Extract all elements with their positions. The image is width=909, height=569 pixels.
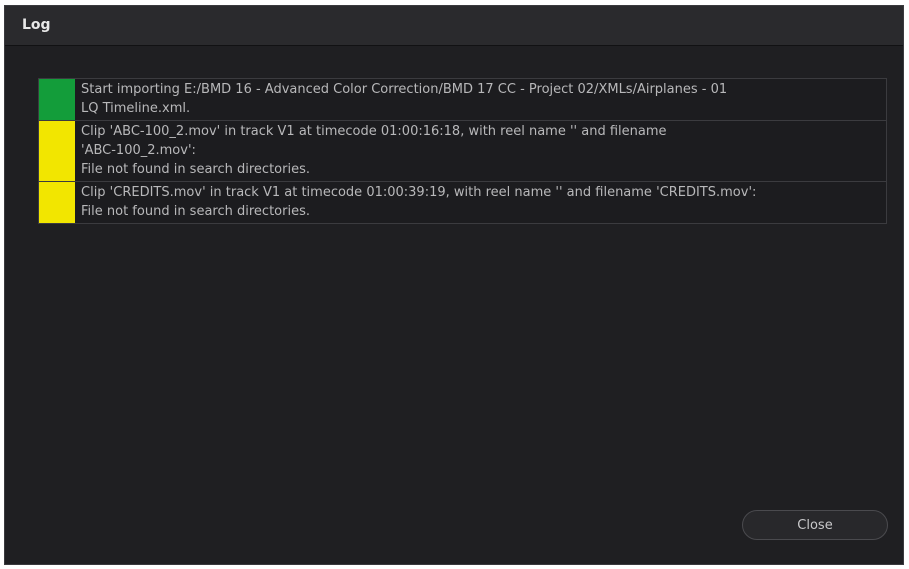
log-list: Start importing E:/BMD 16 - Advanced Col… (38, 78, 887, 224)
status-indicator-warning (39, 121, 75, 181)
log-entry[interactable]: Start importing E:/BMD 16 - Advanced Col… (38, 78, 887, 121)
close-button[interactable]: Close (742, 510, 888, 540)
log-message: Clip 'CREDITS.mov' in track V1 at timeco… (81, 185, 757, 219)
dialog-titlebar: Log (5, 6, 903, 46)
dialog-title: Log (22, 17, 51, 33)
log-dialog: Log Start importing E:/BMD 16 - Advanced… (4, 5, 904, 565)
log-entry[interactable]: Clip 'CREDITS.mov' in track V1 at timeco… (38, 182, 887, 224)
log-message: Clip 'ABC-100_2.mov' in track V1 at time… (81, 124, 667, 177)
log-message: Start importing E:/BMD 16 - Advanced Col… (81, 82, 728, 116)
status-indicator-success (39, 79, 75, 120)
log-entry[interactable]: Clip 'ABC-100_2.mov' in track V1 at time… (38, 121, 887, 182)
status-indicator-warning (39, 182, 75, 223)
